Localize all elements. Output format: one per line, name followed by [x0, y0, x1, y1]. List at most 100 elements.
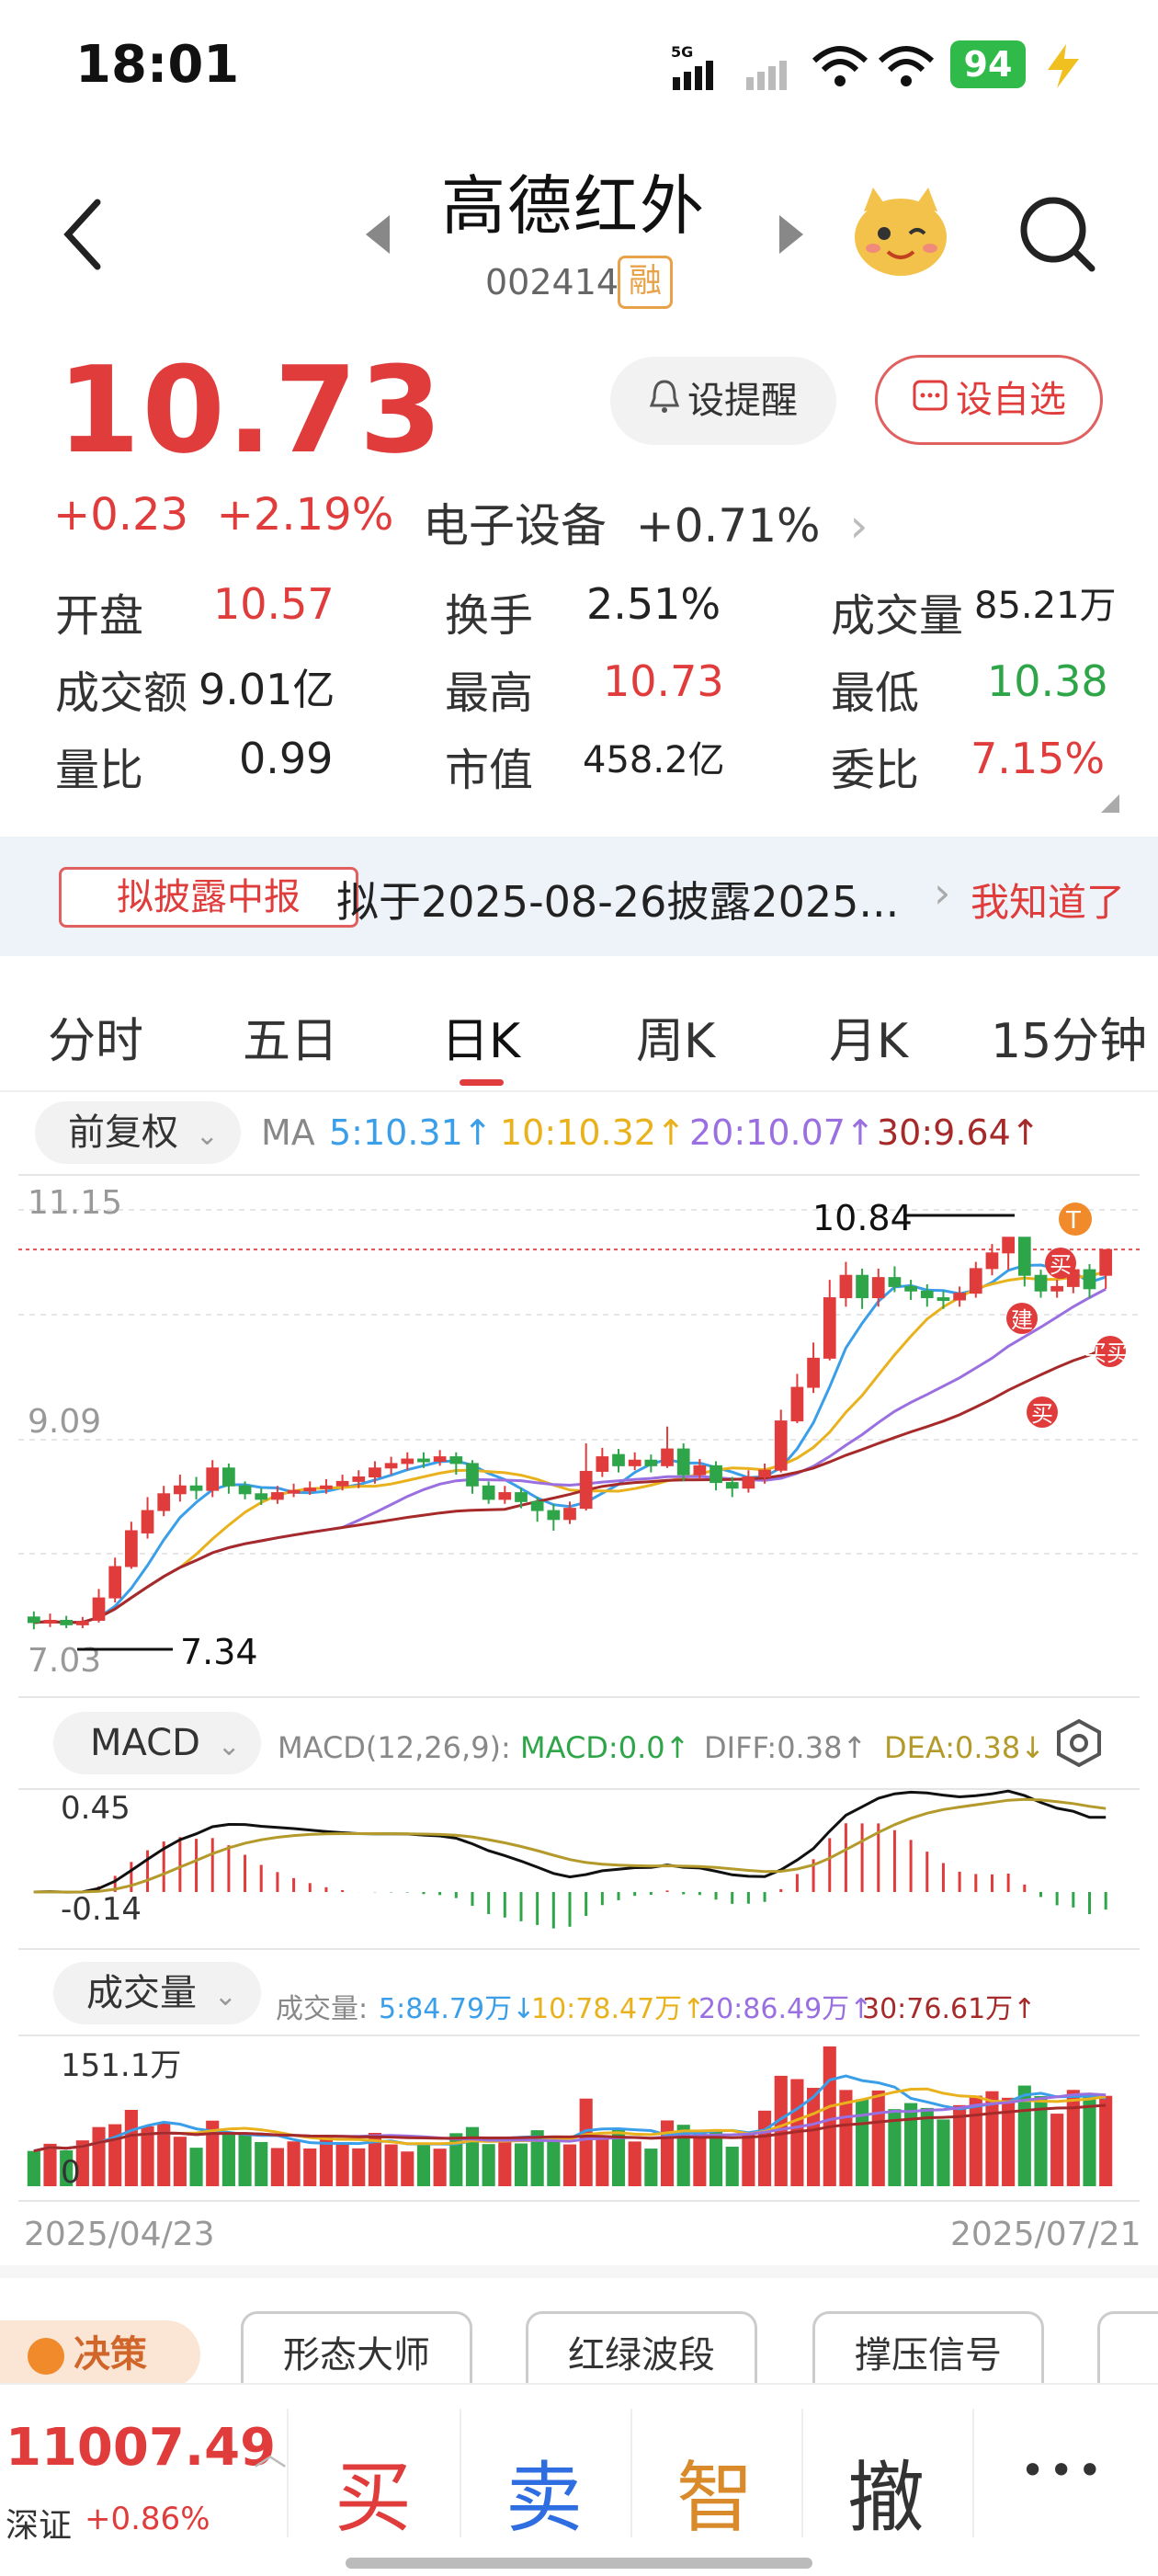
- candle-body: [758, 1469, 771, 1478]
- volume-bar: [920, 2107, 934, 2186]
- volume-bar: [401, 2151, 414, 2186]
- index-value[interactable]: 11007.49: [6, 2418, 276, 2478]
- candle-body: [1002, 1237, 1015, 1254]
- candle-body: [823, 1297, 836, 1359]
- back-button[interactable]: [55, 193, 110, 279]
- stat-low-value: 10.38: [987, 656, 1108, 706]
- prev-stock-button[interactable]: [360, 211, 397, 261]
- candle-body: [856, 1274, 868, 1299]
- candle-body: [515, 1492, 528, 1502]
- volume-bar: [108, 2124, 122, 2186]
- volume-bar: [1066, 2090, 1080, 2186]
- macd-selector[interactable]: MACD ⌄: [53, 1712, 261, 1774]
- volume-bar: [742, 2131, 755, 2186]
- candle-body: [384, 1463, 398, 1469]
- candle-body: [953, 1293, 966, 1301]
- candle-body: [807, 1357, 820, 1388]
- tab-monthly-k[interactable]: 月K: [829, 1002, 908, 1071]
- buy-marker-3-label: 买: [1031, 1401, 1053, 1427]
- candle-body: [449, 1456, 463, 1465]
- candle-body: [871, 1277, 885, 1299]
- ma5-line: [33, 1263, 1107, 1624]
- candle-body: [157, 1493, 171, 1511]
- macd-diff: DIFF:0.38↑: [704, 1730, 868, 1765]
- candle-body: [320, 1485, 333, 1489]
- cancel-button[interactable]: 撤: [847, 2436, 925, 2548]
- macd-y-bottom: -0.14: [61, 1891, 142, 1928]
- settings-hex-icon[interactable]: [1053, 1717, 1105, 1772]
- banner-dismiss-button[interactable]: 我知道了: [971, 872, 1125, 928]
- tab-daily-k[interactable]: 日K: [441, 1002, 520, 1071]
- candle-body: [969, 1268, 982, 1294]
- stat-turnover-label: 换手: [445, 590, 534, 642]
- set-alert-label: 设提醒: [687, 380, 798, 422]
- macd-selector-label: MACD: [90, 1722, 200, 1764]
- decision-button[interactable]: 决策: [0, 2320, 200, 2388]
- volume-bar: [871, 2090, 885, 2186]
- ma30-value: 30:9.64↑: [877, 1112, 1040, 1153]
- volume-bar: [579, 2098, 593, 2186]
- volume-bar: [757, 2110, 772, 2186]
- candle-body: [693, 1465, 707, 1476]
- ma5-value: 5:10.31↑: [329, 1112, 493, 1153]
- candle-body: [238, 1485, 252, 1495]
- candle-body: [498, 1492, 512, 1500]
- volume-bar: [807, 2088, 821, 2186]
- candle-body: [742, 1476, 755, 1489]
- adjust-selector[interactable]: 前复权 ⌄: [35, 1101, 241, 1164]
- candle-body: [612, 1453, 625, 1466]
- candle-body: [92, 1597, 106, 1621]
- sell-button[interactable]: 卖: [505, 2436, 583, 2548]
- macd-value: MACD:0.0↑: [520, 1730, 690, 1765]
- volume-bar: [1050, 2114, 1064, 2186]
- chevron-up-icon[interactable]: ︿: [254, 2427, 287, 2475]
- volume-bar: [628, 2141, 641, 2186]
- status-time: 18:01: [75, 35, 240, 95]
- volume-bar: [482, 2144, 495, 2186]
- volume-bar: [823, 2046, 836, 2186]
- smart-button[interactable]: 智: [676, 2436, 754, 2548]
- add-watchlist-button[interactable]: 设自选: [875, 355, 1103, 445]
- volume-bar: [465, 2126, 480, 2186]
- volume-bar: [416, 2142, 431, 2186]
- candle-body: [579, 1470, 593, 1510]
- tab-weekly-k[interactable]: 周K: [636, 1002, 715, 1071]
- candle-body: [725, 1482, 739, 1489]
- chevron-left-icon: [63, 199, 101, 270]
- volume-selector[interactable]: 成交量 ⌄: [53, 1962, 261, 2024]
- sector-link[interactable]: 电子设备 +0.71% ›: [423, 489, 868, 555]
- vol-y-top: 151.1万: [61, 2047, 181, 2084]
- sector-name: 电子设备: [423, 499, 607, 553]
- date-end: 2025/07/21: [950, 2216, 1141, 2253]
- candle-body: [303, 1487, 317, 1492]
- next-stock-button[interactable]: [772, 211, 809, 261]
- volume-bar: [1099, 2095, 1113, 2186]
- stat-open-value: 10.57: [213, 579, 335, 629]
- candle-body: [369, 1467, 381, 1478]
- candle-body: [985, 1252, 999, 1270]
- volume-bar: [270, 2148, 284, 2186]
- signal-icon: 5G: [671, 43, 809, 99]
- tab-intraday[interactable]: 分时: [48, 1002, 143, 1071]
- divider: [0, 2265, 1158, 2278]
- mascot-icon[interactable]: [846, 180, 956, 285]
- volume-v5: 5:84.79万↓: [379, 1993, 536, 2025]
- chevron-down-icon: ⌄: [195, 1120, 219, 1152]
- search-button[interactable]: [1016, 193, 1099, 279]
- add-watchlist-label: 设自选: [956, 379, 1066, 421]
- active-tab-indicator: [460, 1079, 504, 1086]
- volume-panel: [27, 2046, 1113, 2186]
- tab-five-day[interactable]: 五日: [243, 1002, 338, 1071]
- network-label: 5G: [671, 44, 693, 61]
- tab-15min[interactable]: 15分钟: [991, 1002, 1147, 1071]
- candle-body: [628, 1459, 641, 1466]
- volume-bar: [596, 2135, 609, 2186]
- expand-corner-icon[interactable]: [1099, 792, 1121, 818]
- buy-button[interactable]: 买: [335, 2436, 412, 2548]
- more-button[interactable]: •••: [1020, 2445, 1106, 2495]
- set-alert-button[interactable]: 设提醒: [610, 357, 836, 445]
- battery-level: 94: [963, 44, 1013, 85]
- adjust-label: 前复权: [68, 1111, 178, 1154]
- divider: [972, 2409, 974, 2537]
- ma10-value: 10:10.32↑: [500, 1112, 686, 1153]
